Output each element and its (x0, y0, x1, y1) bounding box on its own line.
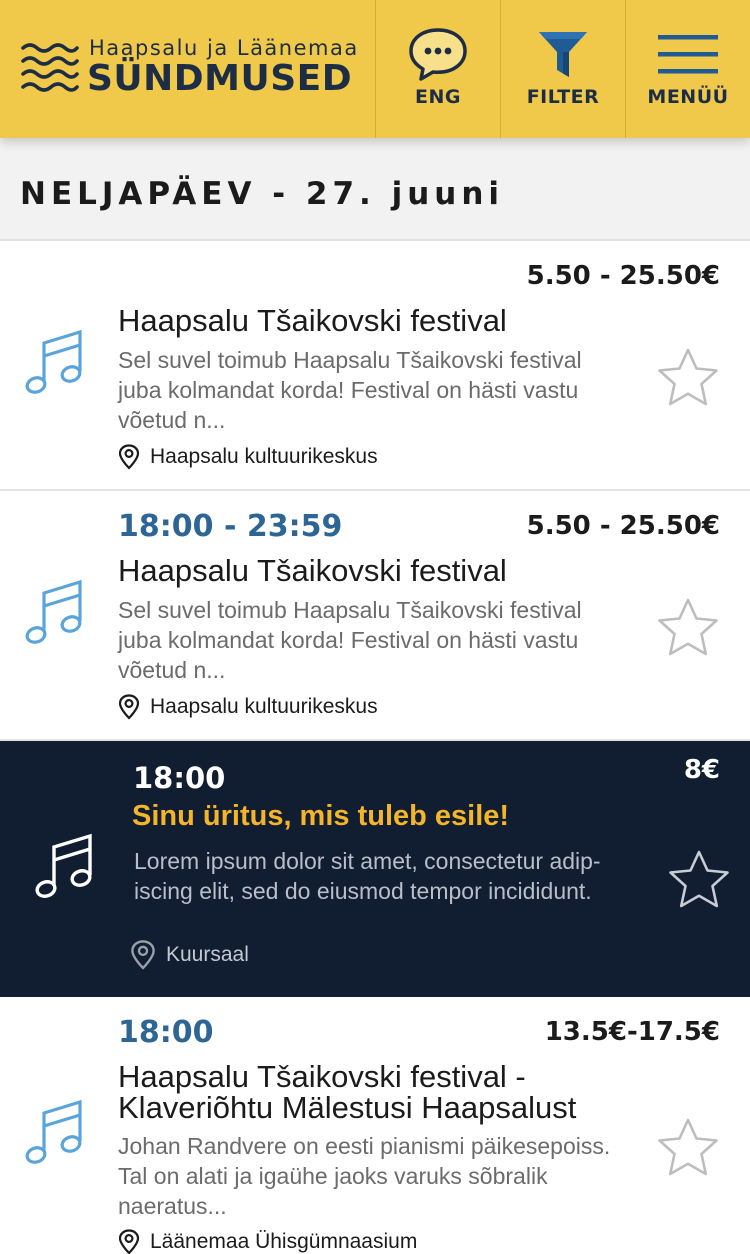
hamburger-icon (658, 35, 718, 74)
logo-subtitle: Haapsalu ja Läänemaa (89, 36, 359, 60)
favorite-star-icon[interactable] (656, 597, 720, 659)
event-location-label: Haapsalu kultuurikeskus (150, 445, 378, 468)
event-title[interactable]: Haapsalu Tšaikovski festival (118, 555, 658, 586)
event-description: Sel suvel toimub Haapsalu Tšaikovski fes… (118, 597, 582, 683)
event-time: 18:00 - 23:59 (118, 509, 343, 544)
favorite-star-icon[interactable] (656, 347, 720, 409)
event-location: Haapsalu kultuurikeskus (118, 694, 378, 720)
featured-event-card[interactable]: 18:00 8€ Sinu üritus, mis tuleb esile! L… (0, 741, 750, 997)
waves-icon (21, 43, 79, 92)
event-description: Sel suvel toimub Haapsalu Tšaikovski fes… (118, 347, 582, 433)
location-pin-icon (118, 694, 140, 720)
date-heading-bar: NELJAPÄEV - 27. juuni (0, 138, 750, 241)
event-price: 8€ (683, 755, 720, 785)
event-location-label: Haapsalu kultuurikeskus (150, 695, 378, 718)
menu-button-label: MENÜÜ (647, 86, 729, 108)
event-location: Kuursaal (130, 939, 249, 971)
filter-button-label: FILTER (526, 86, 600, 108)
event-price: 13.5€-17.5€ (544, 1017, 720, 1047)
event-title[interactable]: Sinu üritus, mis tuleb esile! (132, 801, 672, 832)
event-location-label: Läänemaa Ühisgümnaasium (150, 1230, 418, 1253)
favorite-star-icon[interactable] (656, 1117, 720, 1179)
event-price: 5.50 - 25.50€ (526, 511, 720, 541)
location-pin-icon (131, 940, 155, 970)
music-note-icon (25, 329, 82, 394)
favorite-star-icon[interactable] (667, 849, 731, 911)
top-header: Haapsalu ja Läänemaa SÜNDMUSED ENG FILTE… (0, 0, 750, 138)
menu-button[interactable]: MENÜÜ (625, 0, 750, 138)
event-time: 18:00 (118, 1015, 214, 1050)
event-time: 18:00 (133, 761, 226, 795)
funnel-icon (539, 32, 587, 77)
language-button[interactable]: ENG (375, 0, 500, 138)
event-card[interactable]: 5.50 - 25.50€ Haapsalu Tšaikovski festiv… (0, 241, 750, 491)
location-pin-icon (118, 1229, 140, 1254)
date-heading: NELJAPÄEV - 27. juuni (20, 176, 505, 212)
event-location: Läänemaa Ühisgümnaasium (118, 1229, 417, 1254)
event-card[interactable]: 18:00 - 23:59 5.50 - 25.50€ Haapsalu Tša… (0, 491, 750, 741)
logo-title: SÜNDMUSED (87, 58, 353, 99)
location-pin-icon (118, 444, 140, 470)
language-button-label: ENG (415, 86, 461, 108)
event-title[interactable]: Haapsalu Tšaikovski festival - Klaveriõh… (118, 1061, 658, 1123)
event-title[interactable]: Haapsalu Tšaikovski festival (118, 305, 658, 336)
event-card[interactable]: 18:00 13.5€-17.5€ Haapsalu Tšaikovski fe… (0, 997, 750, 1254)
filter-button[interactable]: FILTER (500, 0, 625, 138)
event-description: Johan Randvere on eesti pianismi päikese… (118, 1133, 611, 1219)
music-note-icon (25, 1099, 82, 1164)
event-location-label: Kuursaal (166, 943, 249, 966)
chat-bubble-icon (409, 28, 467, 81)
event-location: Haapsalu kultuurikeskus (118, 444, 378, 470)
music-note-icon (35, 833, 92, 898)
event-price: 5.50 - 25.50€ (526, 261, 720, 291)
event-description: Lorem ipsum dolor sit amet, consectetur … (134, 848, 601, 904)
logo[interactable]: Haapsalu ja Läänemaa SÜNDMUSED (0, 0, 375, 138)
music-note-icon (25, 579, 82, 644)
